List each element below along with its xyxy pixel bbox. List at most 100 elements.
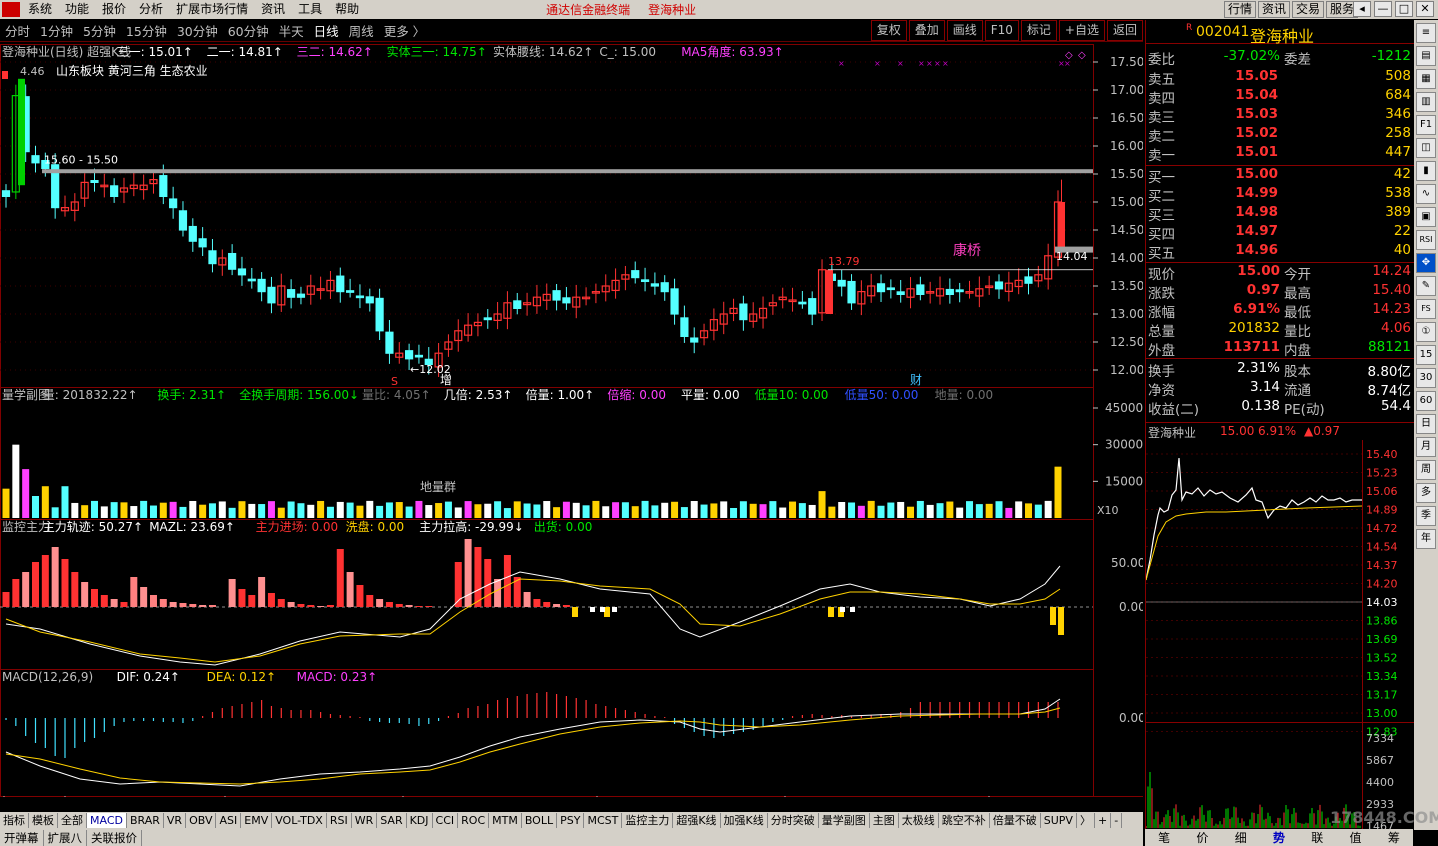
chart-area[interactable]: 17.50 17.00 16.50 16.00 15.50 15.00 14.50 14.00… xyxy=(0,44,1143,797)
indicator-tab[interactable]: RSI xyxy=(327,813,352,828)
menu-function[interactable]: 功能 xyxy=(59,0,96,19)
window-minimize-icon[interactable]: — xyxy=(1374,1,1392,17)
news-icon[interactable]: ▣ xyxy=(1416,207,1436,227)
indicator-tab[interactable]: + xyxy=(1095,813,1112,828)
indicator-tab[interactable]: SUPV xyxy=(1041,813,1077,828)
indicator-tab[interactable]: ROC xyxy=(458,813,490,828)
ask-row[interactable]: 卖五 15.05 508 xyxy=(1146,68,1414,88)
period-halfday[interactable]: 半天 xyxy=(274,21,309,40)
mini-intraday-chart[interactable]: 15.40 15.23 15.06 14.89 14.72 14.54 14.37 14.20… xyxy=(1146,440,1414,830)
indicator-tab[interactable]: BRAR xyxy=(127,813,164,828)
indicator-tab[interactable]: MTM xyxy=(489,813,522,828)
right-tab[interactable]: 细 xyxy=(1235,829,1247,846)
indicator-tab[interactable]: 跳空不补 xyxy=(939,813,990,828)
btn-trade[interactable]: 交易 xyxy=(1292,1,1325,18)
indicator-tab[interactable]: 加强K线 xyxy=(721,813,768,828)
chart-icon[interactable]: ▤ xyxy=(1416,46,1436,66)
period-60min[interactable]: 60分钟 xyxy=(223,21,274,40)
period-15min[interactable]: 15分钟 xyxy=(121,21,172,40)
period-60-btn[interactable]: 60 xyxy=(1416,391,1436,411)
bid-row[interactable]: 买二 14.99 538 xyxy=(1146,185,1414,205)
pen-icon[interactable]: ✎ xyxy=(1416,276,1436,296)
indicator-tab[interactable]: 超强K线 xyxy=(673,813,721,828)
indicator-tab[interactable]: 分时突破 xyxy=(768,813,819,828)
indicator-tab[interactable]: VR xyxy=(164,813,187,828)
btn-danmaku[interactable]: 开弹幕 xyxy=(0,829,44,846)
bid-row[interactable]: 买一 15.00 42 xyxy=(1146,166,1414,186)
period-15-btn[interactable]: 15 xyxy=(1416,345,1436,365)
menu-help[interactable]: 帮助 xyxy=(329,0,366,19)
indicator-tab[interactable]: 倍量不破 xyxy=(990,813,1041,828)
indicator-tab[interactable]: 监控主力 xyxy=(622,813,674,828)
indicator-tab[interactable]: EMV xyxy=(241,813,273,828)
btn-f10[interactable]: F10 xyxy=(984,20,1019,41)
indicator-tab[interactable]: ASI xyxy=(216,813,242,828)
window-maximize-icon[interactable]: □ xyxy=(1395,1,1413,17)
period-weekly[interactable]: 周线 xyxy=(344,21,379,40)
period-month-btn[interactable]: 月 xyxy=(1416,437,1436,457)
btn-related-quote[interactable]: 关联报价 xyxy=(87,829,142,846)
rsi-icon[interactable]: RSI xyxy=(1416,230,1436,250)
period-week-btn[interactable]: 周 xyxy=(1416,460,1436,480)
menu-analysis[interactable]: 分析 xyxy=(133,0,170,19)
period-day-btn[interactable]: 日 xyxy=(1416,414,1436,434)
period-daily[interactable]: 日线 xyxy=(309,21,344,40)
bid-row[interactable]: 买四 14.97 22 xyxy=(1146,223,1414,243)
window-close-icon[interactable]: ✕ xyxy=(1416,1,1434,17)
indicator-tab[interactable]: 全部 xyxy=(58,813,87,828)
indicator-tab[interactable]: OBV xyxy=(186,813,217,828)
right-tab[interactable]: 价 xyxy=(1196,829,1208,846)
list-icon[interactable]: ≡ xyxy=(1416,23,1436,43)
period-5min[interactable]: 5分钟 xyxy=(78,21,121,40)
window-icon[interactable]: ◫ xyxy=(1416,138,1436,158)
period-quarter-btn[interactable]: 季 xyxy=(1416,506,1436,526)
indicator-tab[interactable]: SAR xyxy=(377,813,407,828)
btn-add-watchlist[interactable]: +自选 xyxy=(1058,20,1105,41)
btn-ext8[interactable]: 扩展八 xyxy=(44,829,87,846)
btn-draw[interactable]: 画线 xyxy=(946,20,983,41)
menu-ext-market[interactable]: 扩展市场行情 xyxy=(170,0,255,19)
right-tab[interactable]: 笔 xyxy=(1158,829,1170,846)
right-tab[interactable]: 筹 xyxy=(1388,829,1400,846)
indicator-tab[interactable]: 量学副图 xyxy=(819,813,870,828)
bars-icon[interactable]: ▥ xyxy=(1416,92,1436,112)
indicator-tab[interactable]: 模板 xyxy=(29,813,58,828)
ask-row[interactable]: 卖二 15.02 258 xyxy=(1146,125,1414,145)
indicator-tab[interactable]: PSY xyxy=(557,813,585,828)
btn-back[interactable]: 返回 xyxy=(1106,20,1143,41)
indicator-tab[interactable]: CCI xyxy=(433,813,459,828)
indicator-tab[interactable]: BOLL xyxy=(522,813,558,828)
grid-icon[interactable]: ▦ xyxy=(1416,69,1436,89)
period-30min[interactable]: 30分钟 xyxy=(172,21,223,40)
btn-overlay[interactable]: 叠加 xyxy=(908,20,945,41)
f1-icon[interactable]: F1 xyxy=(1416,115,1436,135)
indicator-tab[interactable]: WR xyxy=(352,813,378,828)
bid-row[interactable]: 买五 14.96 40 xyxy=(1146,242,1414,262)
period-more[interactable]: 更多 〉 xyxy=(379,21,430,40)
indicator-tab[interactable]: KDJ xyxy=(407,813,433,828)
menu-quote[interactable]: 报价 xyxy=(96,0,133,19)
indicator-tab[interactable]: MCST xyxy=(584,813,623,828)
fs-icon[interactable]: FS xyxy=(1416,299,1436,319)
indicator-tab[interactable]: 主图 xyxy=(870,813,899,828)
btn-news[interactable]: 资讯 xyxy=(1258,1,1291,18)
right-tab[interactable]: 势 xyxy=(1273,829,1285,846)
period-multi-btn[interactable]: 多 xyxy=(1416,483,1436,503)
indicator-tab[interactable]: VOL-TDX xyxy=(272,813,327,828)
period-30-btn[interactable]: 30 xyxy=(1416,368,1436,388)
bid-row[interactable]: 买三 14.98 389 xyxy=(1146,204,1414,224)
btn-quote[interactable]: 行情 xyxy=(1224,1,1257,18)
menu-news[interactable]: 资讯 xyxy=(255,0,292,19)
indicator-tab[interactable]: 指标 xyxy=(0,813,29,828)
period-1min[interactable]: 1分钟 xyxy=(35,21,78,40)
btn-mark[interactable]: 标记 xyxy=(1020,20,1057,41)
period-timeshare[interactable]: 分时 xyxy=(0,21,35,40)
right-tab[interactable]: 联 xyxy=(1311,829,1323,846)
kline-icon[interactable]: ▮ xyxy=(1416,161,1436,181)
move-icon[interactable]: ✥ xyxy=(1416,253,1436,273)
indicator-tab[interactable]: 太极线 xyxy=(899,813,939,828)
period-year-btn[interactable]: 年 xyxy=(1416,529,1436,549)
k1-icon[interactable]: ① xyxy=(1416,322,1436,342)
indicator-tab[interactable]: MACD xyxy=(87,813,127,828)
right-tab[interactable]: 值 xyxy=(1350,829,1362,846)
